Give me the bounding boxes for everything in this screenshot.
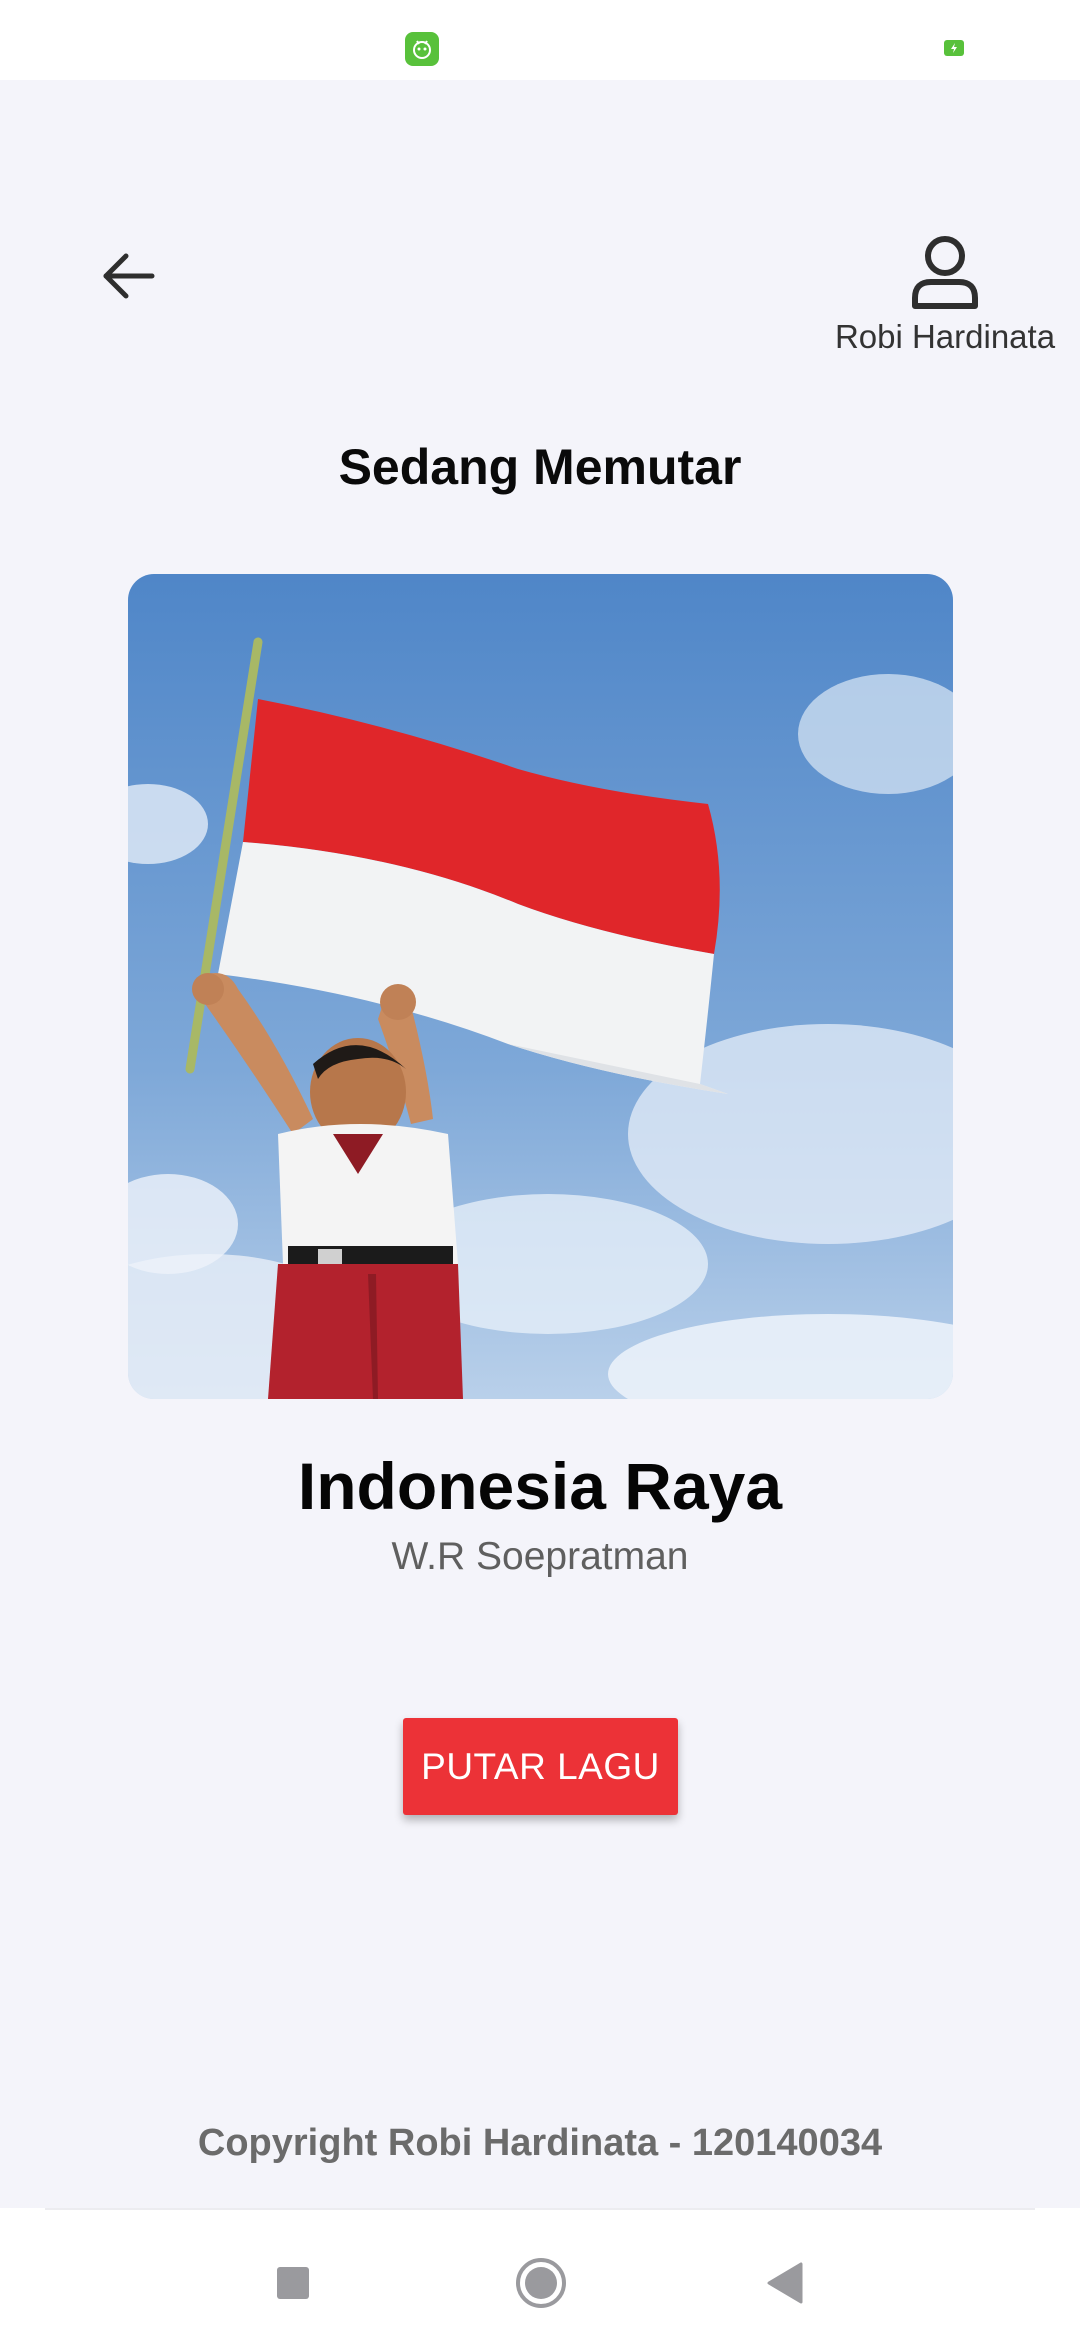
status-bar [0,0,1080,80]
arrow-left-icon [103,253,155,299]
battery-charging-icon [944,40,964,56]
profile-button[interactable]: Robi Hardinata [820,232,1070,372]
home-button[interactable] [506,2248,576,2318]
system-nav-bar [0,2208,1080,2340]
android-robot-icon [405,32,439,66]
copyright-text: Copyright Robi Hardinata - 120140034 [197,2122,883,2164]
system-back-button[interactable] [750,2248,820,2318]
song-artist: W.R Soepratman [391,1535,689,1578]
square-icon [277,2267,309,2299]
nav-divider [45,2208,1035,2210]
indonesian-flag-photo [128,574,953,1399]
circle-home-icon [516,2258,566,2308]
play-song-button[interactable]: PUTAR LAGU [403,1718,678,1815]
recents-button[interactable] [258,2248,328,2318]
back-button[interactable] [88,236,168,316]
user-outline-icon [912,236,978,309]
page-title: Sedang Memutar [338,439,742,495]
song-title: Indonesia Raya [297,1449,783,1523]
profile-name: Robi Hardinata [834,318,1056,355]
triangle-back-icon [767,2262,803,2304]
album-cover [128,574,953,1399]
